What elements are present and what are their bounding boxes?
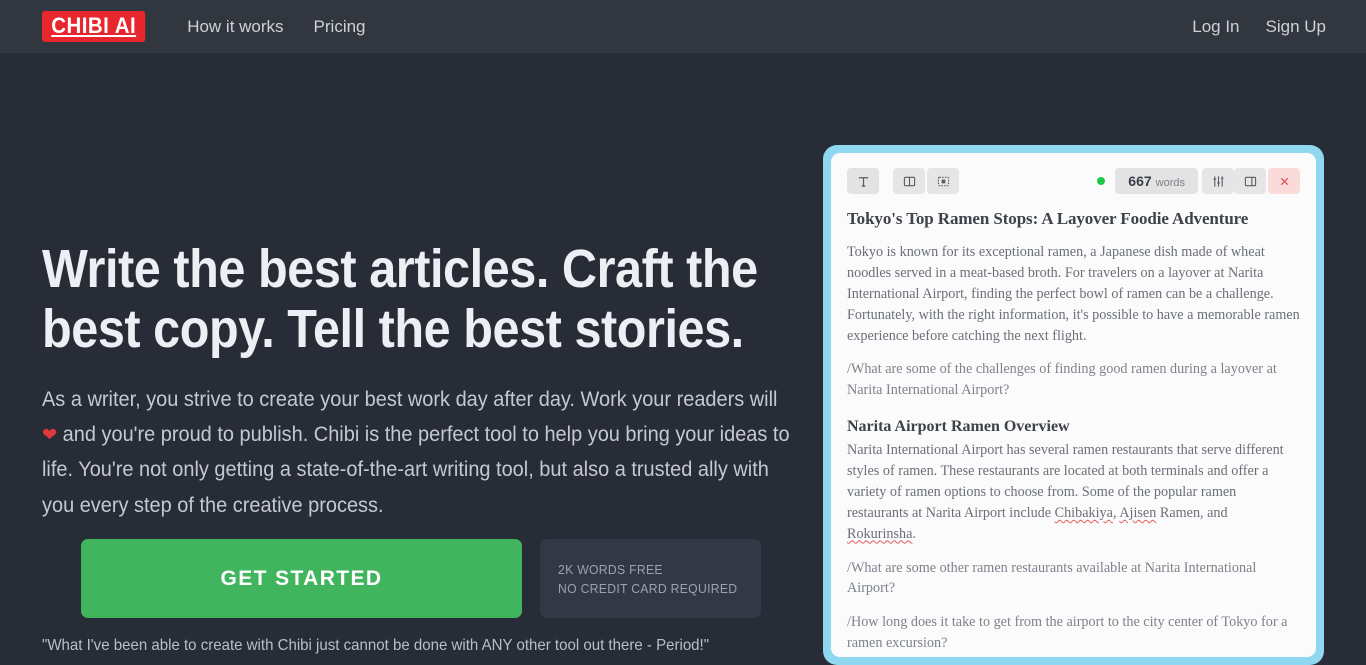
document-question-2: /What are some other ramen restaurants a… <box>847 559 1257 597</box>
promo-free-words: 2K WORDS FREE <box>558 561 663 577</box>
heart-icon: ❤ <box>42 425 58 447</box>
page-title: Write the best articles. Craft the best … <box>42 239 758 359</box>
editor-settings-button[interactable] <box>1202 168 1234 194</box>
top-navigation-bar: CHIBI AI How it works Pricing Log In Sig… <box>0 0 1366 53</box>
sidebar-toggle-icon <box>1244 176 1256 186</box>
promo-no-credit-card: NO CREDIT CARD REQUIRED <box>558 580 738 596</box>
word-count-pill: 667 words <box>1115 168 1198 194</box>
focus-frame-icon <box>937 176 949 186</box>
hero-subcopy-part2: and you're proud to publish. Chibi is th… <box>42 423 790 517</box>
get-started-button[interactable]: GET STARTED <box>81 539 522 618</box>
editor-panel-frame: 667 words Tokyo's Top Ramen Stops: A Lay… <box>823 145 1324 665</box>
document-paragraph-2: Narita International Airport has several… <box>847 440 1300 544</box>
nav-link-sign-up[interactable]: Sign Up <box>1266 17 1326 37</box>
sliders-icon <box>1212 175 1224 187</box>
auth-nav-links: Log In Sign Up <box>1192 17 1326 37</box>
split-panel-icon <box>903 176 915 186</box>
hero-section: Write the best articles. Craft the best … <box>42 239 794 523</box>
word-count-value: 667 <box>1128 173 1152 189</box>
toolbar-left-group <box>847 168 879 194</box>
document-paragraph-1: Tokyo is known for its exceptional ramen… <box>847 244 1300 344</box>
text-tool-button[interactable] <box>847 168 879 194</box>
misspelled-word-rokurinsha: Rokurinsha <box>847 525 913 542</box>
paragraph-2-text-d: . <box>912 525 916 542</box>
online-status-indicator <box>1097 177 1106 185</box>
text-format-icon <box>858 176 868 187</box>
nav-link-log-in[interactable]: Log In <box>1192 17 1239 37</box>
cta-row: GET STARTED 2K WORDS FREE NO CREDIT CARD… <box>81 539 761 618</box>
document-question-1: /What are some of the challenges of find… <box>847 361 1277 399</box>
paragraph-2-text-c: Ramen, and <box>1156 504 1228 521</box>
close-editor-button[interactable] <box>1268 168 1300 194</box>
editor-toolbar: 667 words <box>847 167 1300 195</box>
editor-panel: 667 words Tokyo's Top Ramen Stops: A Lay… <box>831 153 1316 657</box>
document-heading-1: Narita Airport Ramen Overview <box>847 418 1070 436</box>
brand-logo[interactable]: CHIBI AI <box>42 11 146 42</box>
promo-info-box: 2K WORDS FREE NO CREDIT CARD REQUIRED <box>540 539 761 618</box>
hero-subcopy-part1: As a writer, you strive to create your b… <box>42 387 778 411</box>
panel-toggle-button[interactable] <box>1234 168 1266 194</box>
document-title: Tokyo's Top Ramen Stops: A Layover Foodi… <box>847 209 1249 228</box>
document-question-3: /How long does it take to get from the a… <box>847 614 1288 652</box>
misspelled-word-ajisen: Ajisen <box>1119 504 1157 521</box>
focus-mode-button[interactable] <box>927 168 959 194</box>
close-icon <box>1280 177 1288 185</box>
word-count-label: words <box>1155 177 1185 189</box>
toolbar-view-group <box>893 168 959 194</box>
nav-link-how-it-works[interactable]: How it works <box>187 17 283 37</box>
testimonial-quote: "What I've been able to create with Chib… <box>42 637 710 654</box>
primary-nav-links: How it works Pricing <box>187 17 365 37</box>
nav-link-pricing[interactable]: Pricing <box>314 17 366 37</box>
hero-subcopy: As a writer, you strive to create your b… <box>42 382 793 523</box>
misspelled-word-chibakiya: Chibakiya <box>1054 504 1113 521</box>
split-view-button[interactable] <box>893 168 925 194</box>
document-content[interactable]: Tokyo's Top Ramen Stops: A Layover Foodi… <box>847 209 1300 657</box>
